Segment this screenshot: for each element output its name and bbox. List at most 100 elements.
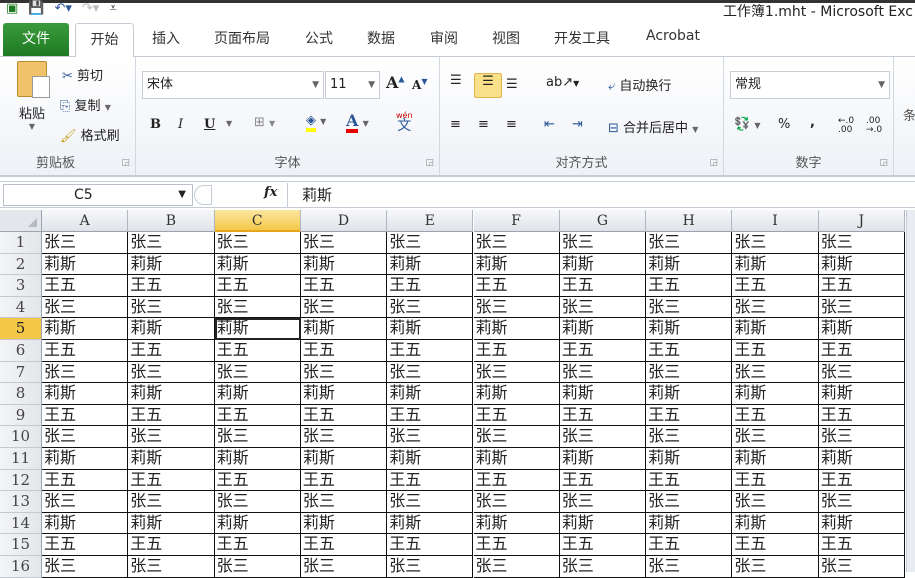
cell-E5[interactable]: 莉斯 (387, 318, 474, 340)
font-name-combo[interactable]: 宋体 ▼ (142, 71, 324, 99)
cell-F11[interactable]: 莉斯 (473, 448, 560, 470)
cell-A3[interactable]: 王五 (42, 275, 129, 297)
cell-B16[interactable]: 张三 (128, 556, 215, 578)
cell-B12[interactable]: 王五 (128, 469, 215, 492)
row-header-5[interactable]: 5 (0, 318, 42, 340)
copy-button[interactable]: ⎘ 复制 ▼ (60, 95, 111, 114)
cell-E3[interactable]: 王五 (387, 275, 474, 297)
cell-D13[interactable]: 张三 (300, 491, 388, 513)
row-header-4[interactable]: 4 (0, 296, 42, 319)
cell-B8[interactable]: 莉斯 (128, 383, 215, 405)
tab-review[interactable]: 审阅 (430, 28, 458, 48)
align-right-button[interactable]: ≡ (506, 117, 517, 132)
name-box[interactable]: C5 ▼ (3, 184, 193, 206)
merge-center-button[interactable]: ⊟ 合并后居中 ▼ (608, 117, 698, 136)
cell-G14[interactable]: 莉斯 (559, 512, 647, 535)
cell-A6[interactable]: 王五 (42, 340, 129, 362)
cell-J4[interactable]: 张三 (818, 296, 905, 319)
align-middle-button[interactable]: ☰ (474, 73, 502, 98)
cell-I5[interactable]: 莉斯 (732, 318, 819, 340)
row-header-7[interactable]: 7 (0, 361, 42, 384)
cell-J3[interactable]: 王五 (818, 275, 905, 297)
cell-B2[interactable]: 莉斯 (128, 253, 215, 276)
cell-D16[interactable]: 张三 (300, 556, 388, 578)
cell-H16[interactable]: 张三 (646, 556, 733, 578)
cell-D6[interactable]: 王五 (300, 340, 388, 362)
undo-icon[interactable]: ↶▾ (54, 1, 71, 16)
row-header-16[interactable]: 16 (0, 556, 42, 578)
cell-B10[interactable]: 张三 (128, 426, 215, 448)
row-header-14[interactable]: 14 (0, 512, 42, 535)
formula-bar-resize-handle[interactable] (194, 185, 212, 205)
cell-F13[interactable]: 张三 (473, 491, 560, 513)
cell-E4[interactable]: 张三 (387, 296, 474, 319)
cell-F6[interactable]: 王五 (473, 340, 560, 362)
cell-A12[interactable]: 王五 (42, 469, 129, 492)
cell-I8[interactable]: 莉斯 (732, 383, 819, 405)
cell-H13[interactable]: 张三 (646, 491, 733, 513)
cell-A14[interactable]: 莉斯 (42, 512, 129, 535)
row-header-3[interactable]: 3 (0, 275, 42, 297)
tab-file[interactable]: 文件 (3, 23, 69, 56)
cell-H11[interactable]: 莉斯 (646, 448, 733, 470)
number-format-combo[interactable]: 常规 ▼ (730, 71, 890, 99)
cell-I15[interactable]: 王五 (732, 534, 819, 556)
cell-I6[interactable]: 王五 (732, 340, 819, 362)
column-header-D[interactable]: D (300, 210, 388, 232)
cell-C2[interactable]: 莉斯 (214, 253, 301, 276)
increase-decimal-button[interactable]: ←.0 .00 (838, 117, 860, 135)
vertical-scrollbar[interactable] (906, 210, 915, 572)
cell-D3[interactable]: 王五 (300, 275, 388, 297)
formula-input[interactable]: 莉斯 (287, 183, 915, 207)
cell-E14[interactable]: 莉斯 (387, 512, 474, 535)
borders-button[interactable]: ⊞ ▼ (254, 115, 275, 130)
column-header-J[interactable]: J (818, 210, 905, 232)
cell-E10[interactable]: 张三 (387, 426, 474, 448)
cell-H15[interactable]: 王五 (646, 534, 733, 556)
cell-I12[interactable]: 王五 (732, 469, 819, 492)
tab-insert[interactable]: 插入 (152, 28, 180, 48)
save-icon[interactable]: 💾 (28, 1, 44, 16)
cell-I3[interactable]: 王五 (732, 275, 819, 297)
cell-J9[interactable]: 王五 (818, 404, 905, 427)
row-header-15[interactable]: 15 (0, 534, 42, 556)
cell-F10[interactable]: 张三 (473, 426, 560, 448)
cell-H14[interactable]: 莉斯 (646, 512, 733, 535)
decrease-decimal-button[interactable]: .00 →.0 (866, 117, 888, 135)
row-header-6[interactable]: 6 (0, 340, 42, 362)
align-left-button[interactable]: ≡ (450, 117, 461, 132)
cell-I2[interactable]: 莉斯 (732, 253, 819, 276)
customize-toolbar-icon[interactable]: ⩡ (109, 1, 116, 16)
cell-C6[interactable]: 王五 (214, 340, 301, 362)
column-header-I[interactable]: I (732, 210, 819, 232)
cell-H12[interactable]: 王五 (646, 469, 733, 492)
cell-C5[interactable]: 莉斯 (214, 318, 301, 340)
cell-J7[interactable]: 张三 (818, 361, 905, 384)
cell-H8[interactable]: 莉斯 (646, 383, 733, 405)
cell-C9[interactable]: 王五 (214, 404, 301, 427)
cell-J11[interactable]: 莉斯 (818, 448, 905, 470)
cell-G6[interactable]: 王五 (559, 340, 647, 362)
paste-button[interactable]: 粘贴 ▼ (12, 61, 52, 131)
cell-J5[interactable]: 莉斯 (818, 318, 905, 340)
cell-G12[interactable]: 王五 (559, 469, 647, 492)
cell-F1[interactable]: 张三 (473, 232, 560, 254)
tab-formulas[interactable]: 公式 (305, 28, 333, 48)
conditional-format-label[interactable]: 条 (903, 105, 915, 124)
font-color-button[interactable]: A ▼ (346, 113, 369, 133)
cell-A13[interactable]: 张三 (42, 491, 129, 513)
dialog-launcher-icon[interactable]: ◲ (709, 158, 718, 168)
fill-color-button[interactable]: ◈ ▼ (306, 113, 326, 132)
cell-H5[interactable]: 莉斯 (646, 318, 733, 340)
cell-C14[interactable]: 莉斯 (214, 512, 301, 535)
row-header-8[interactable]: 8 (0, 383, 42, 405)
tab-page-layout[interactable]: 页面布局 (214, 28, 270, 48)
cell-I14[interactable]: 莉斯 (732, 512, 819, 535)
align-top-button[interactable]: ☰ (450, 73, 462, 88)
cell-J15[interactable]: 王五 (818, 534, 905, 556)
cell-F7[interactable]: 张三 (473, 361, 560, 384)
cell-G10[interactable]: 张三 (559, 426, 647, 448)
orientation-button[interactable]: ab↗▼ (546, 75, 579, 90)
cell-B4[interactable]: 张三 (128, 296, 215, 319)
column-header-F[interactable]: F (473, 210, 560, 232)
